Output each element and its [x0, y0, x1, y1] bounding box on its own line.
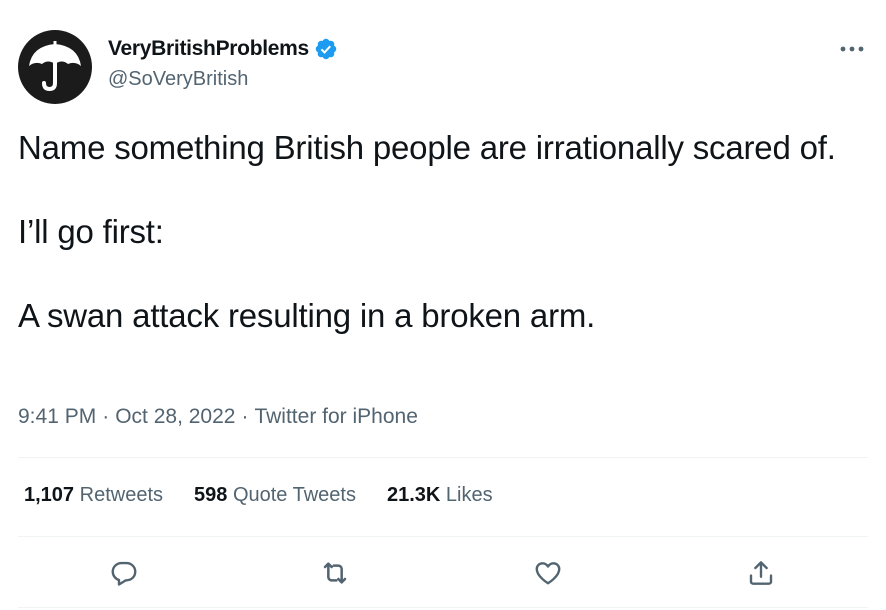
umbrella-icon [29, 41, 81, 92]
retweet-icon [323, 562, 347, 584]
tweet-source[interactable]: Twitter for iPhone [254, 405, 417, 428]
tweet-date[interactable]: Oct 28, 2022 [115, 405, 235, 428]
reply-icon [111, 561, 137, 586]
retweets-stat[interactable]: 1,107 Retweets [24, 484, 163, 507]
verified-badge-icon [315, 38, 337, 60]
quote-tweets-stat[interactable]: 598 Quote Tweets [194, 484, 356, 507]
likes-stat[interactable]: 21.3K Likes [387, 484, 493, 507]
user-handle[interactable]: @SoVeryBritish [108, 68, 248, 91]
tweet-line: I’ll go first: [18, 213, 164, 250]
divider [18, 457, 868, 458]
quote-tweets-label: Quote Tweets [232, 484, 356, 506]
quote-tweets-count: 598 [194, 484, 228, 506]
divider [18, 607, 868, 608]
tweet-line: Name something British people are irrati… [18, 129, 836, 166]
tweet-metadata: 9:41 PM · Oct 28, 2022 · Twitter for iPhone [18, 405, 418, 429]
share-button[interactable] [744, 556, 778, 590]
tweet-text: Name something British people are irrati… [18, 127, 868, 337]
divider [18, 536, 868, 537]
more-button[interactable] [832, 34, 872, 64]
display-name-text[interactable]: VeryBritishProblems [108, 37, 309, 61]
tweet-line: A swan attack resulting in a broken arm. [18, 297, 596, 334]
retweet-button[interactable] [318, 556, 352, 590]
heart-icon [535, 562, 561, 585]
retweets-label: Retweets [79, 484, 163, 506]
tweet-time[interactable]: 9:41 PM [18, 405, 96, 428]
likes-label: Likes [445, 484, 493, 506]
avatar[interactable] [18, 30, 92, 104]
reply-button[interactable] [107, 556, 141, 590]
action-bar [0, 552, 886, 592]
share-icon [749, 561, 773, 585]
display-name[interactable]: VeryBritishProblems [108, 37, 338, 61]
separator: · [102, 405, 110, 428]
like-button[interactable] [531, 556, 565, 590]
engagement-stats: 1,107 Retweets 598 Quote Tweets 21.3K Li… [24, 484, 524, 507]
more-dots-icon [840, 46, 864, 52]
separator: · [241, 405, 249, 428]
retweets-count: 1,107 [24, 484, 75, 506]
likes-count: 21.3K [386, 484, 441, 506]
tweet-detail: VeryBritishProblems @SoVeryBritish Name … [0, 0, 886, 610]
